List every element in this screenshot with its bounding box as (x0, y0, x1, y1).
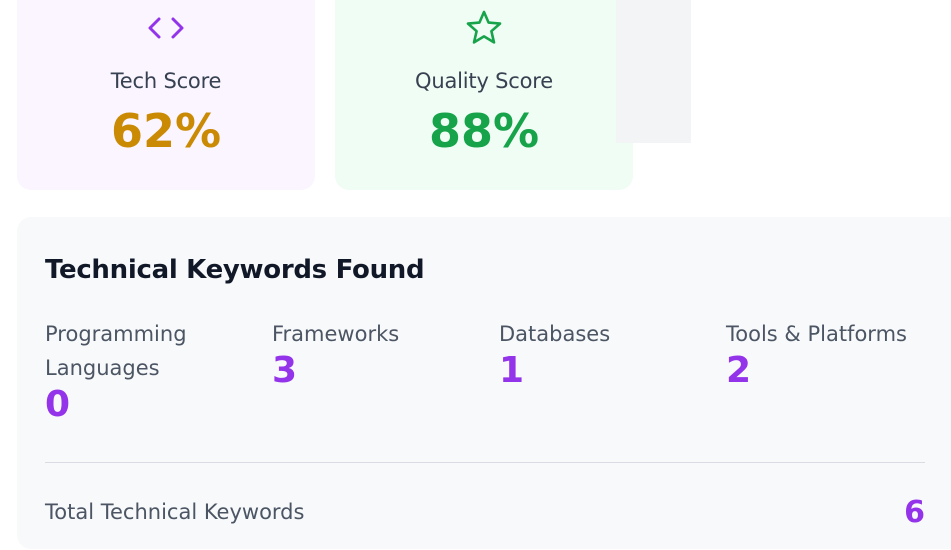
category-label: Tools & Platforms (726, 322, 907, 346)
quality-score-value: 88% (428, 104, 540, 158)
tech-score-label: Tech Score (110, 69, 222, 93)
quality-score-card: Quality Score 88% (335, 0, 633, 190)
keyword-category-tools-platforms: Tools & Platforms 2 (726, 317, 951, 391)
keywords-title: Technical Keywords Found (45, 255, 425, 285)
total-keywords-label: Total Technical Keywords (45, 500, 305, 524)
category-label: Programming Languages (45, 322, 187, 380)
star-icon (464, 8, 504, 48)
category-label: Frameworks (272, 322, 400, 346)
keyword-category-databases: Databases 1 (499, 317, 699, 391)
category-label: Databases (499, 322, 611, 346)
tech-score-value: 62% (110, 104, 222, 158)
total-keywords-value: 6 (904, 495, 925, 530)
category-count: 3 (272, 350, 298, 391)
category-count: 2 (726, 350, 752, 391)
keyword-category-frameworks: Frameworks 3 (272, 317, 472, 391)
divider (45, 462, 925, 463)
keyword-category-programming-languages: Programming Languages 0 (45, 317, 220, 425)
analysis-page: Tech Score 62% Quality Score 88% Technic… (0, 0, 951, 550)
quality-score-label: Quality Score (415, 69, 553, 93)
category-count: 1 (499, 350, 525, 391)
category-count: 0 (45, 384, 71, 425)
code-icon (146, 8, 186, 48)
placeholder-card (616, 0, 691, 143)
technical-keywords-panel: Technical Keywords Found Programming Lan… (17, 217, 951, 549)
tech-score-card: Tech Score 62% (17, 0, 315, 190)
